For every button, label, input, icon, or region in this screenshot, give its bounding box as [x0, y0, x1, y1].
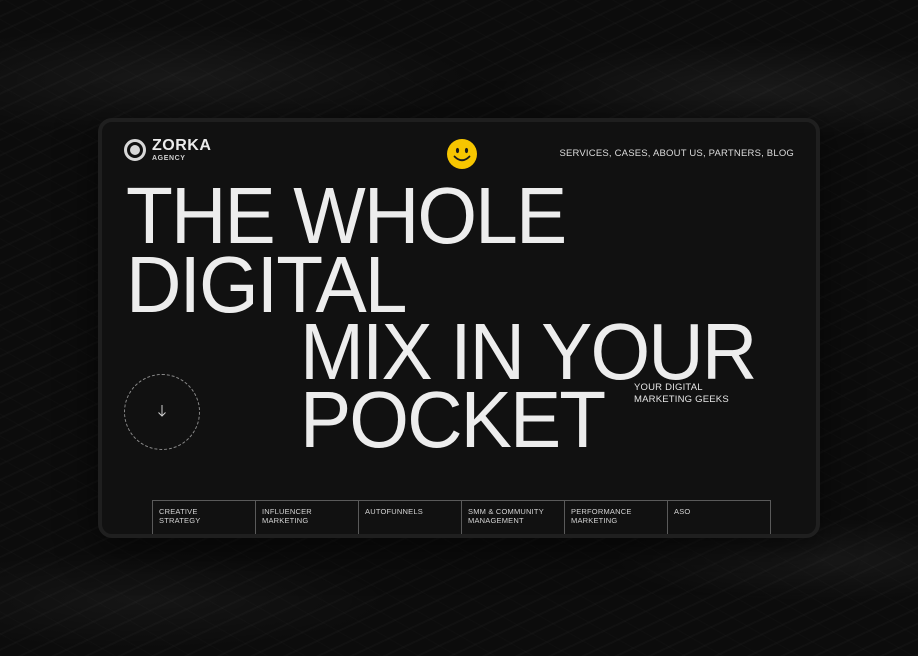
nav-partners[interactable]: PARTNERS, — [709, 148, 764, 159]
arrow-down-icon — [158, 405, 166, 417]
service-creative-strategy[interactable]: CREATIVE STRATEGY — [152, 501, 255, 534]
services-bar: CREATIVE STRATEGY INFLUENCER MARKETING A… — [152, 500, 771, 534]
brand-logo[interactable]: ZORKA AGENCY — [124, 138, 211, 162]
headline-line-4: POCKET — [300, 375, 606, 464]
service-smm-community[interactable]: SMM & COMMUNITY MANAGEMENT — [461, 501, 564, 534]
service-influencer-marketing[interactable]: INFLUENCER MARKETING — [255, 501, 358, 534]
top-nav: SERVICES, CASES, ABOUT US, PARTNERS, BLO… — [559, 148, 794, 159]
logo-ring-icon — [124, 139, 146, 161]
nav-cases[interactable]: CASES, — [615, 148, 651, 159]
service-performance-marketing[interactable]: PERFORMANCE MARKETING — [564, 501, 667, 534]
tagline-line-1: YOUR DIGITAL — [634, 382, 703, 393]
nav-blog[interactable]: BLOG — [767, 148, 794, 159]
service-autofunnels[interactable]: AUTOFUNNELS — [358, 501, 461, 534]
brand-subtitle: AGENCY — [152, 155, 186, 162]
site-window: ZORKA AGENCY SERVICES, CASES, ABOUT US, … — [98, 118, 820, 538]
nav-services[interactable]: SERVICES, — [559, 148, 611, 159]
tagline-line-2: MARKETING GEEKS — [634, 394, 729, 405]
nav-about-us[interactable]: ABOUT US, — [653, 148, 706, 159]
brand-name: ZORKA — [152, 137, 212, 154]
service-aso[interactable]: ASO — [667, 501, 770, 534]
scroll-down-button[interactable] — [124, 374, 200, 450]
smiley-face-icon — [447, 139, 477, 169]
tagline: YOUR DIGITAL MARKETING GEEKS — [634, 382, 729, 406]
